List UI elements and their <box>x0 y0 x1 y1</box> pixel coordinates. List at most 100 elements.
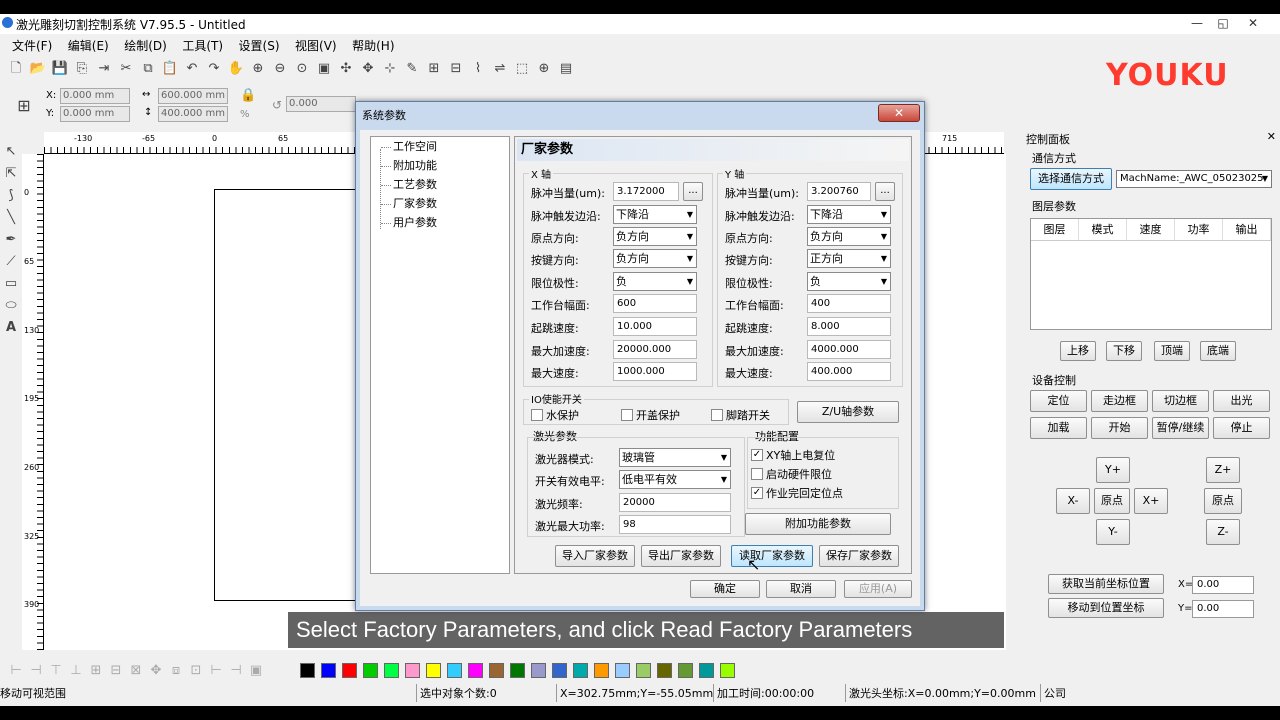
cover-protect-checkbox[interactable] <box>621 409 633 421</box>
node-edit-icon[interactable]: ⇱ <box>1 164 21 184</box>
y-origin-select[interactable]: 负方向 <box>807 227 891 246</box>
y-pulse-calc-button[interactable]: ... <box>875 182 895 201</box>
align-tool-icon[interactable]: ⊠ <box>126 661 146 681</box>
y-limit-select[interactable]: 负 <box>807 272 891 291</box>
x-edge-select[interactable]: 下降沿 <box>613 205 697 224</box>
zoom-in-icon[interactable]: ⊕ <box>248 59 268 79</box>
align-tool-icon[interactable]: ⊡ <box>186 661 206 681</box>
trace-frame-button[interactable]: 走边框 <box>1091 390 1148 412</box>
save-factory-button[interactable]: 保存厂家参数 <box>819 545 899 567</box>
zoom-page-icon[interactable]: ▣ <box>314 59 334 79</box>
layer-bottom-button[interactable]: 底端 <box>1200 341 1236 361</box>
color-swatch[interactable] <box>363 663 378 678</box>
jog-x-minus-button[interactable]: X- <box>1056 488 1090 514</box>
align-tool-icon[interactable]: ⊞ <box>86 661 106 681</box>
y-key-select[interactable]: 正方向 <box>807 249 891 268</box>
mirror-icon[interactable]: ⇌ <box>490 59 510 79</box>
close-button[interactable]: ✕ <box>1242 15 1264 32</box>
color-swatch[interactable] <box>447 663 462 678</box>
y-max-speed-input[interactable]: 400.000 <box>807 362 891 381</box>
x-origin-select[interactable]: 负方向 <box>613 227 697 246</box>
path-icon[interactable]: ⌇ <box>468 59 488 79</box>
panel-close-icon[interactable]: ✕ <box>1267 130 1276 143</box>
finish-locate-checkbox[interactable]: ✓ <box>751 487 763 499</box>
layer-table[interactable]: 图层 模式 速度 功率 输出 <box>1030 218 1272 330</box>
x-position-input[interactable]: 0.000 mm <box>60 88 130 104</box>
pos-y-input[interactable]: 0.00 <box>1192 600 1254 618</box>
color-swatch[interactable] <box>636 663 651 678</box>
color-swatch[interactable] <box>573 663 588 678</box>
align-tool-icon[interactable]: ⊤ <box>46 661 66 681</box>
color-swatch[interactable] <box>489 663 504 678</box>
width-input[interactable]: 600.000 mm <box>158 88 228 104</box>
pause-resume-button[interactable]: 暂停/继续 <box>1152 417 1209 439</box>
undo-icon[interactable]: ↶ <box>182 59 202 79</box>
hw-limit-checkbox[interactable] <box>751 468 763 480</box>
y-position-input[interactable]: 0.000 mm <box>60 106 130 122</box>
rotate-input[interactable]: 0.000 <box>286 96 356 112</box>
vertical-scrollbar[interactable] <box>1006 140 1018 650</box>
align-tool-icon[interactable]: ⊢ <box>6 661 26 681</box>
z-origin-button[interactable]: 原点 <box>1204 488 1242 514</box>
tree-item-factory[interactable]: 厂家参数 <box>381 196 437 212</box>
layer-down-button[interactable]: 下移 <box>1106 341 1142 361</box>
stop-button[interactable]: 停止 <box>1213 417 1270 439</box>
select-comm-button[interactable]: 选择通信方式 <box>1030 168 1112 190</box>
x-max-speed-input[interactable]: 1000.000 <box>613 362 697 381</box>
menu-edit[interactable]: 编辑(E) <box>68 36 109 56</box>
menu-settings[interactable]: 设置(S) <box>239 36 280 56</box>
move-to-position-button[interactable]: 移动到位置坐标 <box>1048 598 1164 618</box>
line-icon[interactable]: ╲ <box>1 208 21 228</box>
anchor-grid-icon[interactable]: ⊞ <box>14 96 34 116</box>
ellipse-icon[interactable]: ⬭ <box>1 296 21 316</box>
save-icon[interactable]: 💾 <box>50 59 70 79</box>
height-input[interactable]: 400.000 mm <box>158 106 228 122</box>
cut-frame-button[interactable]: 切边框 <box>1152 390 1209 412</box>
fire-laser-button[interactable]: 出光 <box>1213 390 1270 412</box>
jog-z-minus-button[interactable]: Z- <box>1206 519 1240 545</box>
jog-x-plus-button[interactable]: X+ <box>1134 488 1168 514</box>
minimize-button[interactable]: — <box>1186 15 1208 32</box>
node-icon[interactable]: ✣ <box>336 59 356 79</box>
start-button[interactable]: 开始 <box>1091 417 1148 439</box>
apply-button[interactable]: 应用(A) <box>844 580 912 598</box>
color-swatch[interactable] <box>384 663 399 678</box>
text-tool-icon[interactable]: A <box>1 318 21 338</box>
lock-icon[interactable]: 🔒 <box>240 88 256 103</box>
align-tool-icon[interactable]: ⊢ <box>206 661 226 681</box>
color-swatch[interactable] <box>342 663 357 678</box>
align-tool-icon[interactable]: ⊣ <box>226 661 246 681</box>
jog-y-plus-button[interactable]: Y+ <box>1096 457 1130 483</box>
color-swatch[interactable] <box>510 663 525 678</box>
layer-up-button[interactable]: 上移 <box>1060 341 1096 361</box>
color-swatch[interactable] <box>699 663 714 678</box>
x-key-select[interactable]: 负方向 <box>613 249 697 268</box>
water-protect-checkbox[interactable] <box>531 409 543 421</box>
cut-icon[interactable]: ✂ <box>116 59 136 79</box>
x-pulse-calc-button[interactable]: ... <box>683 182 703 201</box>
foot-switch-checkbox[interactable] <box>711 409 723 421</box>
extra-params-button[interactable]: 附加功能参数 <box>745 513 891 535</box>
select-arrow-icon[interactable]: ↖ <box>1 142 21 162</box>
y-width-input[interactable]: 400 <box>807 294 891 313</box>
menu-file[interactable]: 文件(F) <box>12 36 52 56</box>
color-swatch[interactable] <box>678 663 693 678</box>
tree-item-user[interactable]: 用户参数 <box>381 215 437 231</box>
xy-reset-checkbox[interactable]: ✓ <box>751 449 763 461</box>
pos-x-input[interactable]: 0.00 <box>1192 576 1254 594</box>
pen-tool-icon[interactable]: ✒ <box>1 230 21 250</box>
new-file-icon[interactable]: 🗋 <box>6 59 26 79</box>
menu-help[interactable]: 帮助(H) <box>352 36 394 56</box>
restore-button[interactable]: ◱ <box>1212 15 1234 32</box>
dialog-close-button[interactable]: ✕ <box>878 104 920 122</box>
smooth-icon[interactable]: ✥ <box>358 59 378 79</box>
color-swatch[interactable] <box>426 663 441 678</box>
zoom-out-icon[interactable]: ⊖ <box>270 59 290 79</box>
read-factory-button[interactable]: 读取厂家参数 <box>731 545 813 567</box>
color-swatch[interactable] <box>615 663 630 678</box>
layer-top-button[interactable]: 顶端 <box>1154 341 1190 361</box>
join-icon[interactable]: ⊹ <box>380 59 400 79</box>
y-edge-select[interactable]: 下降沿 <box>807 205 891 224</box>
color-swatch[interactable] <box>531 663 546 678</box>
frame-icon[interactable]: ⬚ <box>512 59 532 79</box>
